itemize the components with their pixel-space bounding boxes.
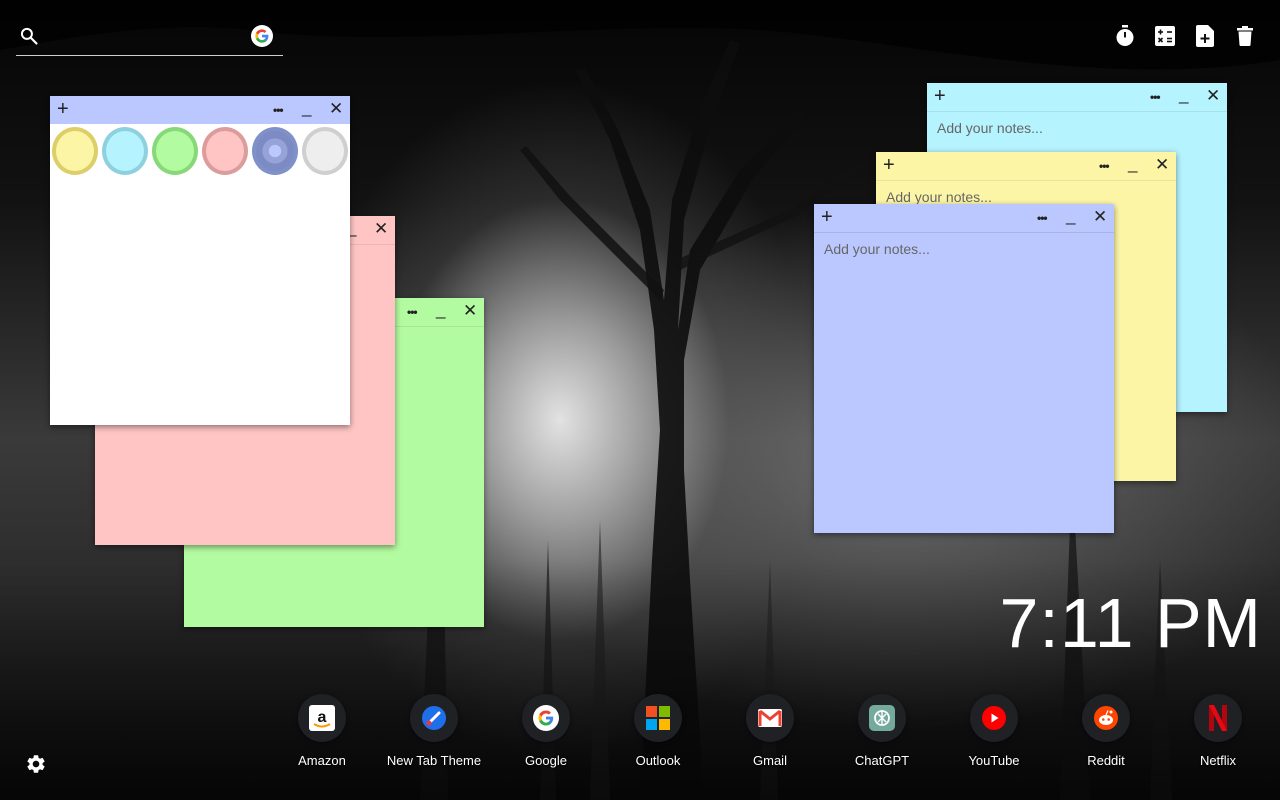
shortcut-gmail[interactable]: Gmail	[714, 694, 826, 768]
note-close-button[interactable]: ✕	[1155, 156, 1169, 174]
google-icon[interactable]	[251, 25, 273, 47]
note-minimize-button[interactable]: _	[302, 98, 311, 118]
note-menu-button[interactable]: •••	[1037, 211, 1048, 225]
search-icon[interactable]	[19, 26, 39, 46]
amazon-icon: a	[298, 694, 346, 742]
add-note-button[interactable]: +	[57, 99, 69, 119]
note-menu-button[interactable]: •••	[273, 103, 284, 117]
note-minimize-button[interactable]: _	[1128, 154, 1137, 174]
timer-icon[interactable]	[1114, 24, 1136, 48]
shortcut-label: Netflix	[1199, 753, 1237, 768]
note-close-button[interactable]: ✕	[1206, 87, 1220, 105]
shortcut-label: Reddit	[1087, 753, 1125, 768]
toolbar	[1114, 24, 1256, 48]
add-note-button[interactable]: +	[934, 86, 946, 106]
note-menu-button[interactable]: •••	[407, 305, 418, 319]
note-close-button[interactable]: ✕	[329, 100, 343, 118]
note-titlebar[interactable]: + ••• _ ✕	[814, 204, 1114, 233]
shortcut-netflix[interactable]: Netflix	[1162, 694, 1274, 768]
color-option-pink[interactable]	[202, 127, 248, 175]
color-option-white[interactable]	[302, 127, 348, 175]
add-note-button[interactable]: +	[821, 207, 833, 227]
shortcut-label: YouTube	[968, 753, 1020, 768]
youtube-icon	[970, 694, 1018, 742]
shortcut-label: Amazon	[298, 753, 346, 768]
netflix-icon	[1194, 694, 1242, 742]
shortcut-google[interactable]: Google	[490, 694, 602, 768]
note-minimize-button[interactable]: _	[436, 300, 445, 320]
note-titlebar[interactable]: + ••• _ ✕	[927, 83, 1227, 112]
note-close-button[interactable]: ✕	[374, 220, 388, 238]
note-close-button[interactable]: ✕	[463, 302, 477, 320]
sticky-note-blue[interactable]: + ••• _ ✕	[814, 204, 1114, 533]
note-textarea[interactable]	[824, 241, 1104, 521]
shortcut-reddit[interactable]: Reddit	[1050, 694, 1162, 768]
note-minimize-button[interactable]: _	[1066, 206, 1075, 226]
microsoft-icon	[634, 694, 682, 742]
note-minimize-button[interactable]: _	[1179, 85, 1188, 105]
color-picker	[50, 124, 350, 178]
note-titlebar[interactable]: + ••• _ ✕	[50, 96, 350, 124]
add-note-button[interactable]: +	[883, 155, 895, 175]
shortcut-amazon[interactable]: a Amazon	[266, 694, 378, 768]
gmail-icon	[746, 694, 794, 742]
color-option-green[interactable]	[152, 127, 198, 175]
shortcut-new-tab-theme[interactable]: New Tab Theme	[378, 694, 490, 768]
svg-text:a: a	[318, 709, 327, 726]
note-titlebar[interactable]: + ••• _ ✕	[876, 152, 1176, 181]
color-option-blue-selected[interactable]	[252, 127, 298, 175]
note-menu-button[interactable]: •••	[1150, 90, 1161, 104]
note-close-button[interactable]: ✕	[1093, 208, 1107, 226]
sticky-note-color-picker[interactable]: + ••• _ ✕	[50, 96, 350, 425]
shortcut-outlook[interactable]: Outlook	[602, 694, 714, 768]
note-menu-button[interactable]: •••	[1099, 159, 1110, 173]
shortcut-youtube[interactable]: YouTube	[938, 694, 1050, 768]
reddit-icon	[1082, 694, 1130, 742]
search-input[interactable]	[52, 25, 256, 51]
calculator-icon[interactable]	[1154, 24, 1176, 48]
color-option-cyan[interactable]	[102, 127, 148, 175]
gear-icon[interactable]	[25, 753, 47, 775]
color-option-yellow[interactable]	[52, 127, 98, 175]
clock: 7:11 PM	[999, 584, 1262, 662]
shortcut-chatgpt[interactable]: ChatGPT	[826, 694, 938, 768]
shortcut-dock: a Amazon New Tab Theme Google Outlook Gm…	[266, 694, 1274, 768]
search-bar	[16, 20, 283, 56]
chatgpt-icon	[858, 694, 906, 742]
shortcut-label: Outlook	[635, 753, 681, 768]
note-body	[814, 233, 1114, 529]
new-note-icon[interactable]	[1194, 24, 1216, 48]
shortcut-label: ChatGPT	[854, 753, 910, 768]
google-icon	[522, 694, 570, 742]
trash-icon[interactable]	[1234, 24, 1256, 48]
paint-brush-icon	[410, 694, 458, 742]
shortcut-label: Google	[525, 753, 567, 768]
shortcut-label: Gmail	[753, 753, 787, 768]
shortcut-label: New Tab Theme	[386, 753, 482, 768]
